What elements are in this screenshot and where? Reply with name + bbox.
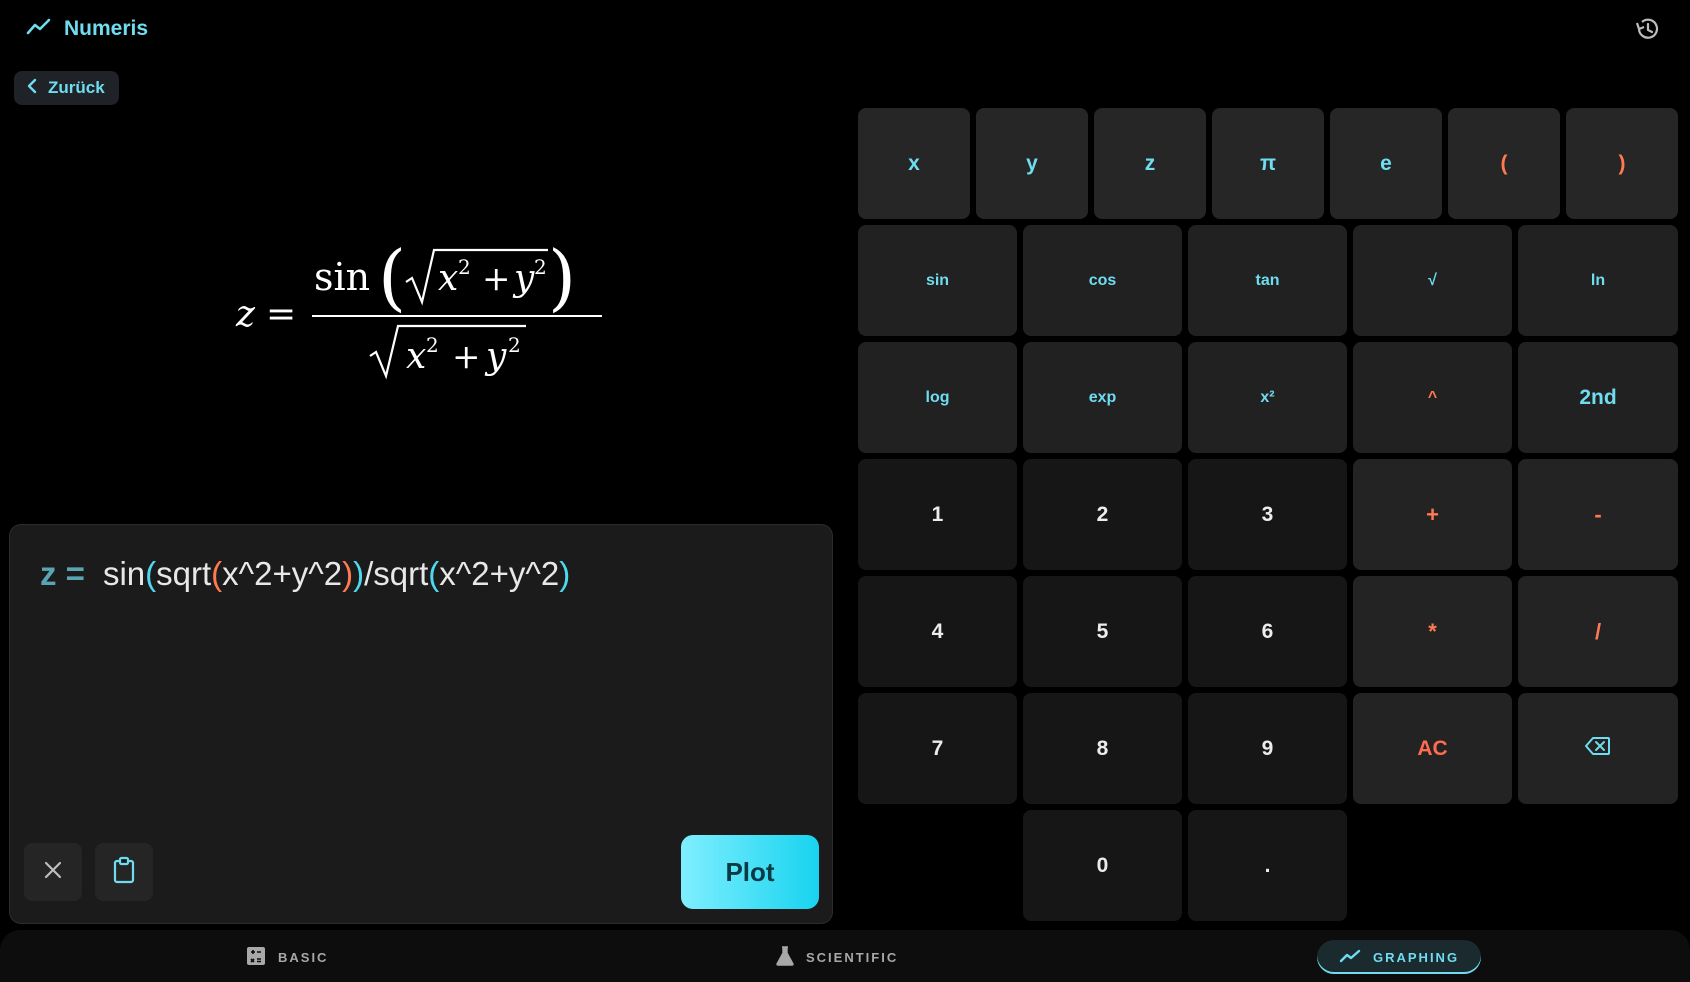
key-y[interactable]: y [976,108,1088,219]
top-bar: Numeris [0,0,1690,60]
key-divide[interactable]: / [1518,576,1678,687]
app-brand: Numeris [26,16,148,41]
expr-paren: ( [428,555,440,592]
svg-text:=: = [266,294,296,335]
clipboard-icon [112,856,136,889]
nav-label: BASIC [278,949,329,965]
paste-button[interactable] [95,843,153,901]
chevron-left-icon [26,78,38,99]
key-backspace[interactable] [1518,693,1678,804]
key-exp[interactable]: exp [1023,342,1182,453]
key-2nd[interactable]: 2nd [1518,342,1678,453]
nav-scientific[interactable]: SCIENTIFIC [776,940,898,974]
formula-var-y: y [484,336,507,377]
key-ln[interactable]: ln [1518,225,1678,336]
key-2[interactable]: 2 [1023,459,1182,570]
key-x[interactable]: x [858,108,970,219]
key-0[interactable]: 0 [1023,810,1182,921]
history-icon [1633,15,1661,48]
key-sqrt[interactable]: √ [1353,225,1512,336]
trending-up-icon [1339,948,1361,967]
backspace-icon [1585,736,1611,762]
key-3[interactable]: 3 [1188,459,1347,570]
expression-input[interactable]: z = sin(sqrt(x^2+y^2))/sqrt(x^2+y^2) [40,555,570,593]
key-8[interactable]: 8 [1023,693,1182,804]
expr-paren: ( [211,555,223,592]
formula-func: sin [314,255,370,299]
formula-exp: 2 [534,255,547,279]
keypad: x y z π e ( ) sin cos tan √ ln log exp x… [858,108,1680,921]
key-multiply[interactable]: * [1353,576,1512,687]
nav-basic[interactable]: BASIC [246,940,328,974]
key-e[interactable]: e [1330,108,1442,219]
svg-text:(: ( [378,235,406,319]
formula-exp: 2 [508,333,521,357]
flask-icon [776,945,794,969]
svg-text:+: + [452,337,481,377]
expression-prefix: z = [40,555,85,592]
key-plus[interactable]: + [1353,459,1512,570]
key-1[interactable]: 1 [858,459,1017,570]
formula-exp: 2 [426,333,439,357]
app-title: Numeris [64,16,149,40]
key-9[interactable]: 9 [1188,693,1347,804]
key-pi[interactable]: π [1212,108,1324,219]
svg-text:): ) [548,235,576,319]
expr-paren: ) [559,555,571,592]
formula-exp: 2 [458,255,471,279]
key-square[interactable]: x² [1188,342,1347,453]
key-7[interactable]: 7 [858,693,1017,804]
key-5[interactable]: 5 [1023,576,1182,687]
key-cos[interactable]: cos [1023,225,1182,336]
expr-token: sqrt [156,555,212,592]
key-power[interactable]: ^ [1353,342,1512,453]
expr-token: x^2+y^2 [222,555,343,592]
expr-paren: ) [353,555,365,592]
key-all-clear[interactable]: AC [1353,693,1512,804]
nav-graphing[interactable]: GRAPHING [1317,940,1482,974]
bottom-navigation: BASIC SCIENTIFIC GRAPHING [0,930,1690,982]
back-label: Zurück [48,78,105,97]
formula-var-x: x [438,258,458,299]
key-4[interactable]: 4 [858,576,1017,687]
expr-token: x^2+y^2 [439,555,560,592]
formula-var-x: x [406,336,426,377]
key-z[interactable]: z [1094,108,1206,219]
plot-button[interactable]: Plot [681,835,819,909]
expr-paren: ) [342,555,354,592]
formula-var-y: y [512,258,535,299]
expr-paren: ( [145,555,157,592]
expr-token: sin [102,555,146,592]
expression-editor[interactable]: z = sin(sqrt(x^2+y^2))/sqrt(x^2+y^2) Plot [9,524,833,924]
clear-button[interactable] [24,843,82,901]
key-open-paren[interactable]: ( [1448,108,1560,219]
key-decimal[interactable]: . [1188,810,1347,921]
svg-text:+: + [482,259,511,299]
key-tan[interactable]: tan [1188,225,1347,336]
expr-token: /sqrt [364,555,429,592]
close-icon [43,860,63,885]
calculator-icon [246,946,266,969]
nav-label: GRAPHING [1373,949,1460,965]
formula-lhs: z [235,294,256,335]
key-close-paren[interactable]: ) [1566,108,1678,219]
back-button[interactable]: Zurück [14,71,119,105]
formula-preview: z = sin ( x 2 + y 2 ) x 2 + y 2 [235,235,602,380]
history-button[interactable] [1630,14,1664,48]
key-log[interactable]: log [858,342,1017,453]
trending-up-icon [26,16,52,41]
nav-label: SCIENTIFIC [806,949,899,965]
key-6[interactable]: 6 [1188,576,1347,687]
key-sin[interactable]: sin [858,225,1017,336]
key-minus[interactable]: - [1518,459,1678,570]
